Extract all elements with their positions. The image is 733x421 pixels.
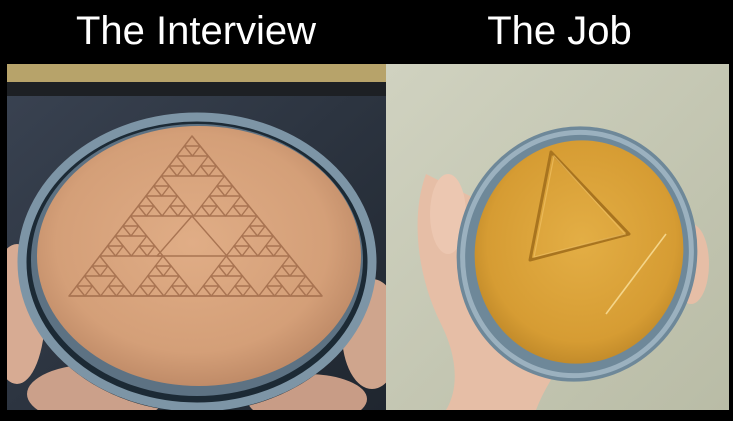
meme-caption-job: The Job xyxy=(487,9,632,53)
interview-photo xyxy=(7,64,387,410)
simple-triangle-dalgona-icon xyxy=(386,64,729,410)
sierpinski-triangle-dalgona-icon xyxy=(7,64,387,410)
meme-caption-interview: The Interview xyxy=(75,9,317,53)
job-photo xyxy=(386,64,729,410)
